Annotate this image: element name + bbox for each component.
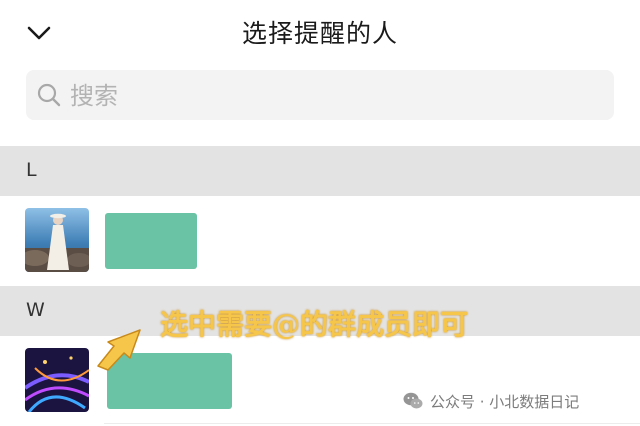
annotation-text: 选中需要@的群成员即可 — [160, 308, 469, 341]
wechat-icon — [403, 392, 423, 409]
page-title: 选择提醒的人 — [241, 19, 398, 48]
contact-row[interactable] — [0, 196, 640, 284]
watermark-text: 公众号 · 小北数据日记 — [430, 392, 580, 411]
divider — [104, 423, 640, 424]
section-letter: W — [26, 299, 45, 321]
watermark: 公众号 · 小北数据日记 — [402, 388, 579, 414]
search-bar[interactable] — [26, 70, 614, 122]
section-letter: L — [26, 159, 37, 181]
section-header-l: L — [0, 146, 640, 196]
top-bar: 选择提醒的人 — [0, 0, 640, 64]
contact-name-redacted — [105, 213, 197, 269]
search-input[interactable] — [68, 70, 602, 122]
avatar — [25, 208, 89, 272]
avatar — [25, 348, 89, 412]
arrow-pointer-icon — [97, 329, 141, 371]
search-icon — [37, 83, 61, 107]
